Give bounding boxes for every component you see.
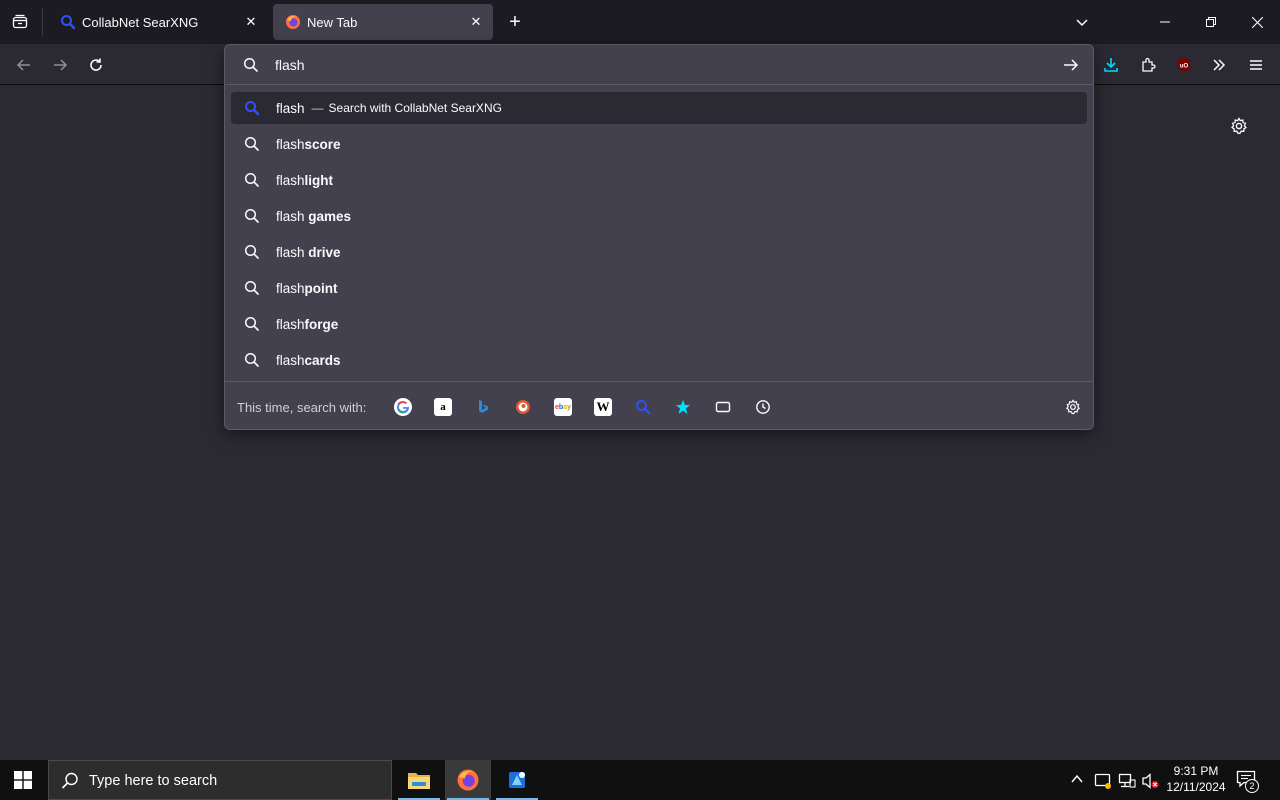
result-action: Search with CollabNet SearXNG <box>328 101 502 115</box>
reload-icon[interactable] <box>85 54 107 76</box>
search-settings-icon[interactable] <box>1064 398 1082 416</box>
search-icon <box>244 280 260 296</box>
tab-collabnet[interactable]: CollabNet SearXNG ✕ <box>48 4 268 40</box>
one-off-search-bar: This time, search with: a ebay W <box>225 381 1093 429</box>
taskbar-search-placeholder: Type here to search <box>89 773 218 789</box>
close-window-button[interactable] <box>1234 0 1280 44</box>
clock[interactable]: 9:31 PM 12/11/2024 <box>1162 763 1230 797</box>
tab-title: New Tab <box>307 14 358 30</box>
search-icon <box>244 316 260 332</box>
searxng-icon <box>244 100 260 116</box>
windows-taskbar: Type here to search 9:31 PM 12/11/2024 2 <box>0 760 1280 800</box>
result-typed: flash <box>276 316 305 332</box>
close-tab-icon[interactable]: ✕ <box>467 13 485 31</box>
amazon-icon[interactable]: a <box>434 398 452 416</box>
result-suffix: point <box>304 280 338 296</box>
google-icon[interactable] <box>394 398 412 416</box>
result-separator: — <box>311 101 324 115</box>
downloads-icon[interactable] <box>1100 54 1122 76</box>
minimize-button[interactable] <box>1142 0 1188 44</box>
urlbar-result-suggestion[interactable]: flash drive <box>231 236 1087 268</box>
new-tab-settings-icon[interactable] <box>1228 115 1250 137</box>
firefox-taskbar-icon[interactable] <box>445 760 491 800</box>
urlbar-result-suggestion[interactable]: flash forge <box>231 308 1087 340</box>
bing-icon[interactable] <box>474 398 492 416</box>
urlbar-popup: flash flash — Search with CollabNet Sear… <box>224 44 1094 430</box>
urlbar-result-search[interactable]: flash — Search with CollabNet SearXNG <box>231 92 1087 124</box>
result-suffix: cards <box>304 352 341 368</box>
result-typed: flash <box>276 352 305 368</box>
wikipedia-icon[interactable]: W <box>594 398 612 416</box>
back-icon[interactable] <box>13 54 35 76</box>
tab-title: CollabNet SearXNG <box>82 14 199 30</box>
restore-button[interactable] <box>1188 0 1234 44</box>
urlbar-result-suggestion[interactable]: flash point <box>231 272 1087 304</box>
forward-icon[interactable] <box>49 54 71 76</box>
volume-muted-icon[interactable] <box>1142 772 1160 790</box>
result-typed: flash <box>276 244 309 260</box>
close-tab-icon[interactable]: ✕ <box>242 13 260 31</box>
network-icon[interactable] <box>1118 772 1136 790</box>
tab-new-tab[interactable]: New Tab ✕ <box>273 4 493 40</box>
search-icon <box>61 772 79 790</box>
search-icon <box>244 244 260 260</box>
search-icon <box>243 57 259 73</box>
result-suffix: games <box>308 208 352 224</box>
result-typed: flash <box>276 280 305 296</box>
notification-count: 2 <box>1245 779 1259 793</box>
search-icon <box>244 136 260 152</box>
tray-chevron-icon[interactable] <box>1070 772 1086 788</box>
new-tab-button[interactable]: + <box>503 10 527 34</box>
tab-list-icon[interactable] <box>8 10 32 34</box>
search-icon <box>244 208 260 224</box>
result-suffix: forge <box>304 316 339 332</box>
ublock-origin-icon[interactable]: uO <box>1173 54 1195 76</box>
urlbar-input[interactable]: flash <box>275 57 305 73</box>
search-icon <box>244 172 260 188</box>
start-button[interactable] <box>0 760 46 800</box>
duckduckgo-icon[interactable] <box>514 398 532 416</box>
history-icon[interactable] <box>754 398 772 416</box>
tab-strip: CollabNet SearXNG ✕ New Tab ✕ + <box>0 0 1280 44</box>
tab-divider <box>42 8 43 36</box>
bookmarks-icon[interactable] <box>674 398 692 416</box>
result-typed: flash <box>276 136 305 152</box>
urlbar-result-suggestion[interactable]: flash games <box>231 200 1087 232</box>
searxng-icon <box>60 14 76 30</box>
result-text: flash <box>276 100 305 116</box>
result-suffix: light <box>304 172 334 188</box>
svg-text:uO: uO <box>1180 64 1189 70</box>
list-all-tabs-icon[interactable] <box>1070 10 1094 34</box>
result-typed: flash <box>276 208 309 224</box>
searxng-icon[interactable] <box>634 398 652 416</box>
one-off-label: This time, search with: <box>237 400 367 415</box>
search-icon <box>244 352 260 368</box>
result-suffix: score <box>304 136 341 152</box>
result-suffix: drive <box>308 244 341 260</box>
file-explorer-icon[interactable] <box>396 760 442 800</box>
extensions-icon[interactable] <box>1137 54 1159 76</box>
result-typed: flash <box>276 172 305 188</box>
clock-time: 9:31 PM <box>1173 764 1219 778</box>
app-taskbar-icon[interactable] <box>494 760 540 800</box>
overflow-menu-icon[interactable] <box>1208 54 1230 76</box>
taskbar-search-box[interactable]: Type here to search <box>48 760 392 800</box>
ebay-icon[interactable]: ebay <box>554 398 572 416</box>
urlbar-result-suggestion[interactable]: flash cards <box>231 344 1087 376</box>
firefox-icon <box>285 14 301 30</box>
notifications-icon[interactable]: 2 <box>1236 770 1264 793</box>
urlbar-input-row[interactable]: flash <box>225 45 1093 85</box>
app-menu-icon[interactable] <box>1245 54 1267 76</box>
clock-date: 12/11/2024 <box>1166 780 1226 794</box>
tabs-icon[interactable] <box>714 398 732 416</box>
urlbar-result-suggestion[interactable]: flash light <box>231 164 1087 196</box>
go-arrow-icon[interactable] <box>1063 57 1079 73</box>
urlbar-result-suggestion[interactable]: flash score <box>231 128 1087 160</box>
tray-app-icon[interactable] <box>1094 772 1112 790</box>
